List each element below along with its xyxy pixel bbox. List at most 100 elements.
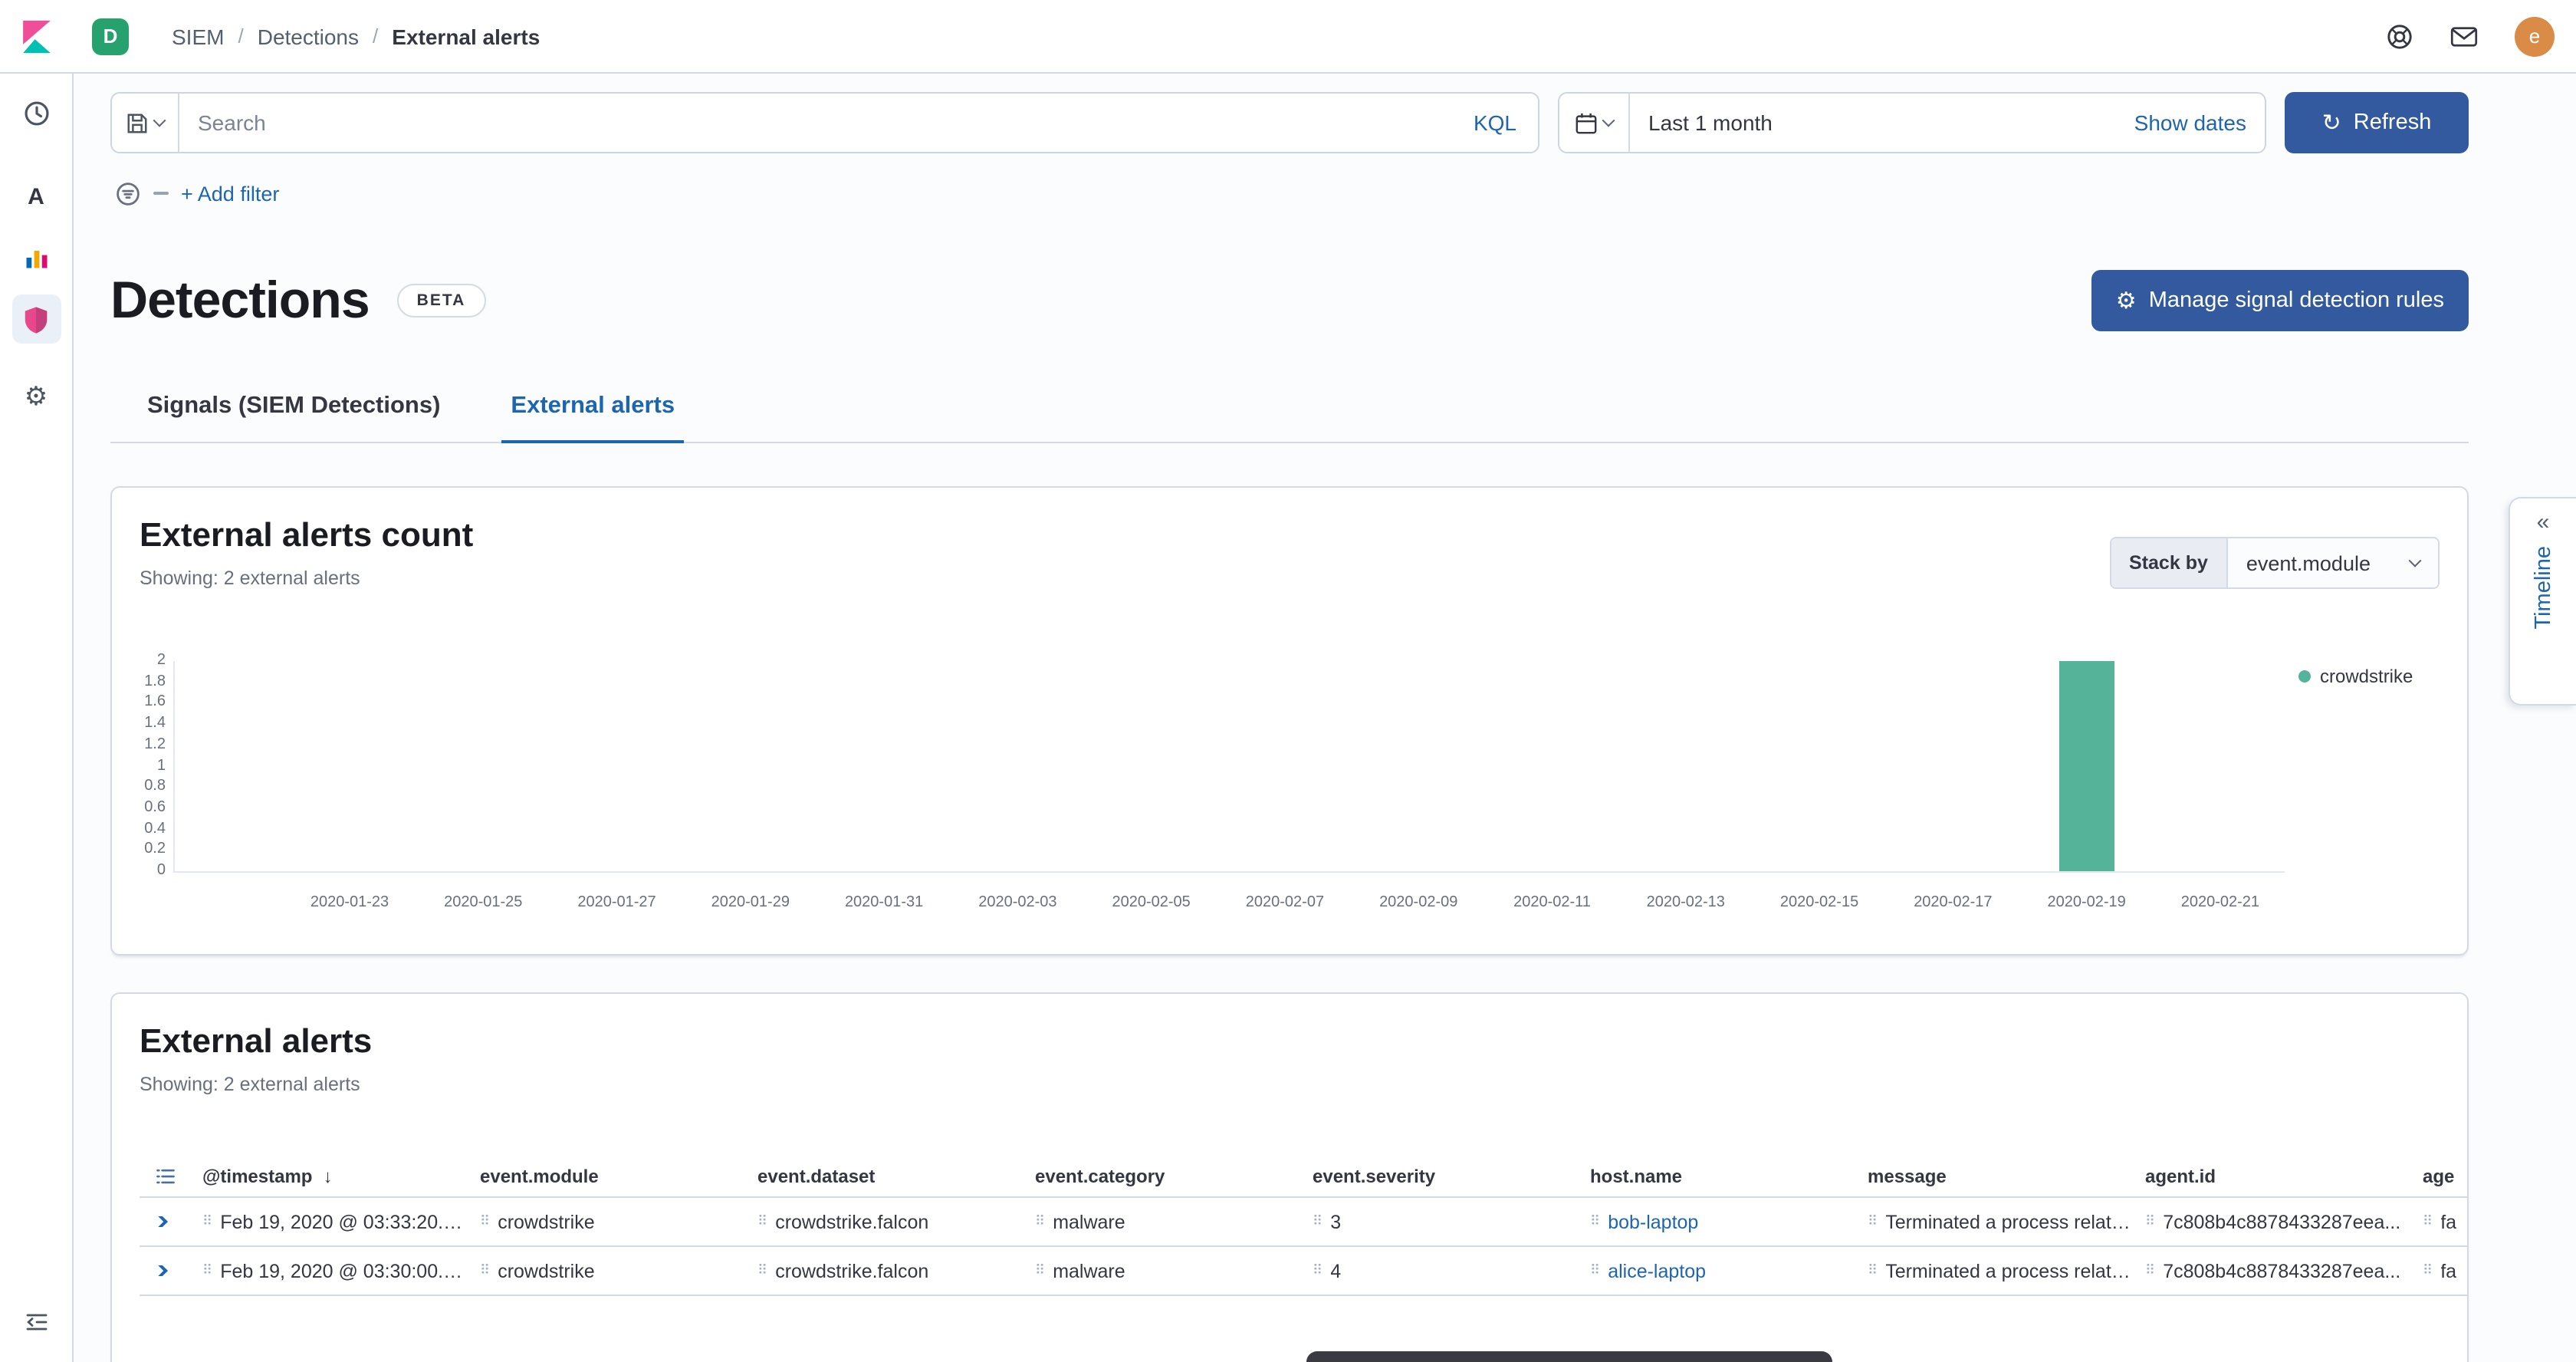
chart-y-axis: 21.81.61.41.210.80.60.40.20 bbox=[140, 650, 166, 883]
beta-badge: BETA bbox=[397, 284, 486, 317]
cell-timestamp: Feb 19, 2020 @ 03:30:00.000 bbox=[220, 1260, 468, 1281]
manage-signal-detection-rules-button[interactable]: ⚙ Manage signal detection rules bbox=[2091, 270, 2469, 331]
column-header-host-name[interactable]: host.name bbox=[1590, 1166, 1868, 1187]
search-box: KQL bbox=[110, 92, 1539, 153]
query-bar: KQL Last 1 month Show dates ↻ Refresh bbox=[110, 92, 2469, 153]
tab-signals[interactable]: Signals (SIEM Detections) bbox=[138, 377, 449, 442]
drag-handle-icon[interactable]: ⠿ bbox=[757, 1262, 767, 1279]
cell-event-category: malware bbox=[1053, 1260, 1125, 1281]
stack-by-select[interactable]: Stack by event.module bbox=[2109, 537, 2440, 589]
dock-shadow bbox=[1306, 1351, 1832, 1362]
drag-handle-icon[interactable]: ⠿ bbox=[757, 1213, 767, 1230]
breadcrumb-siem[interactable]: SIEM bbox=[172, 24, 224, 48]
refresh-icon: ↻ bbox=[2322, 111, 2341, 134]
column-header-event-category[interactable]: event.category bbox=[1035, 1166, 1313, 1187]
menu-collapse-icon bbox=[24, 1310, 48, 1334]
drag-handle-icon[interactable]: ⠿ bbox=[1590, 1213, 1600, 1230]
drag-handle-icon[interactable]: ⠿ bbox=[2423, 1213, 2433, 1230]
double-chevron-left-icon: « bbox=[2537, 511, 2550, 534]
search-input[interactable] bbox=[179, 94, 1452, 152]
column-header-event-module[interactable]: event.module bbox=[480, 1166, 757, 1187]
expand-row-button[interactable] bbox=[153, 1216, 168, 1227]
drag-handle-icon[interactable]: ⠿ bbox=[1868, 1262, 1878, 1279]
bar-chart-app-icon bbox=[22, 244, 50, 271]
chart-y-axis-line bbox=[173, 661, 175, 871]
cell-agent-id: 7c808b4c8878433287eea... bbox=[2163, 1211, 2400, 1232]
x-axis-tick-label: 2020-02-21 bbox=[2181, 894, 2259, 911]
cell-host-name[interactable]: alice-laptop bbox=[1608, 1260, 1706, 1281]
drag-handle-icon[interactable]: ⠿ bbox=[480, 1262, 490, 1279]
tab-external-alerts[interactable]: External alerts bbox=[501, 377, 684, 442]
drag-handle-icon[interactable]: ⠿ bbox=[1035, 1213, 1045, 1230]
expand-row-button[interactable] bbox=[153, 1265, 168, 1276]
refresh-button[interactable]: ↻ Refresh bbox=[2285, 92, 2469, 153]
legend-item-crowdstrike[interactable]: crowdstrike bbox=[2298, 666, 2413, 687]
kibana-logo[interactable] bbox=[0, 0, 74, 72]
breadcrumb-current: External alerts bbox=[392, 24, 540, 48]
column-header-agent-id[interactable]: agent.id bbox=[2145, 1166, 2423, 1187]
column-header-timestamp[interactable]: @timestamp ↓ bbox=[202, 1166, 480, 1187]
x-axis-tick-label: 2020-01-25 bbox=[444, 894, 522, 911]
filter-options-icon[interactable] bbox=[115, 180, 141, 206]
stack-by-label: Stack by bbox=[2111, 538, 2228, 587]
drag-handle-icon[interactable]: ⠿ bbox=[1868, 1213, 1878, 1230]
sidebar-item-management[interactable]: ⚙ bbox=[12, 371, 61, 420]
kql-syntax-button[interactable]: KQL bbox=[1452, 94, 1538, 152]
x-axis-tick-label: 2020-02-05 bbox=[1112, 894, 1191, 911]
sidebar-item-siem[interactable] bbox=[12, 294, 61, 344]
filter-bar: + Add filter bbox=[110, 178, 2469, 209]
drag-handle-icon[interactable]: ⠿ bbox=[1313, 1262, 1322, 1279]
column-header-event-dataset[interactable]: event.dataset bbox=[757, 1166, 1035, 1187]
help-icon[interactable] bbox=[2386, 22, 2413, 50]
collapse-nav-button[interactable] bbox=[12, 1298, 61, 1347]
y-axis-tick-label: 1.2 bbox=[144, 738, 166, 753]
kibana-app: D SIEM / Detections / External alerts e bbox=[0, 0, 2576, 1362]
sidebar-item-app-a[interactable]: A bbox=[12, 172, 61, 221]
drag-handle-icon[interactable]: ⠿ bbox=[480, 1213, 490, 1230]
space-badge[interactable]: D bbox=[92, 18, 129, 54]
mail-icon[interactable] bbox=[2450, 25, 2478, 47]
column-header-message[interactable]: message bbox=[1868, 1166, 2145, 1187]
y-axis-tick-label: 1 bbox=[157, 758, 166, 774]
quick-select-date-button[interactable] bbox=[1559, 94, 1630, 152]
columns-list-icon[interactable] bbox=[155, 1166, 176, 1187]
drag-handle-icon[interactable]: ⠿ bbox=[1035, 1262, 1045, 1279]
panel-title: External alerts bbox=[140, 1022, 2440, 1061]
drag-handle-icon[interactable]: ⠿ bbox=[1313, 1213, 1322, 1230]
timeline-flyout-toggle[interactable]: « Timeline bbox=[2509, 497, 2576, 706]
timeline-label: Timeline bbox=[2531, 546, 2555, 630]
drag-handle-icon[interactable]: ⠿ bbox=[2145, 1262, 2155, 1279]
show-dates-link[interactable]: Show dates bbox=[2134, 110, 2265, 135]
cell-event-severity: 4 bbox=[1330, 1260, 1341, 1281]
sidebar-item-visualize[interactable] bbox=[12, 233, 61, 282]
cell-event-module: crowdstrike bbox=[498, 1211, 594, 1232]
drag-handle-icon[interactable]: ⠿ bbox=[202, 1213, 212, 1230]
cell-agent-id: 7c808b4c8878433287eea... bbox=[2163, 1260, 2400, 1281]
x-axis-tick-label: 2020-01-27 bbox=[577, 894, 656, 911]
user-avatar[interactable]: e bbox=[2515, 16, 2555, 56]
save-query-icon bbox=[126, 111, 149, 134]
saved-query-menu-button[interactable] bbox=[112, 94, 179, 152]
cell-host-name[interactable]: bob-laptop bbox=[1608, 1211, 1698, 1232]
cell-message: Terminated a process relate... bbox=[1885, 1211, 2133, 1232]
header-actions: e bbox=[2386, 16, 2555, 56]
drag-handle-icon[interactable]: ⠿ bbox=[202, 1262, 212, 1279]
date-range-value[interactable]: Last 1 month bbox=[1630, 110, 1773, 135]
column-header-event-severity[interactable]: event.severity bbox=[1313, 1166, 1590, 1187]
add-filter-link[interactable]: + Add filter bbox=[181, 182, 279, 205]
column-header-agent-type[interactable]: age bbox=[2423, 1166, 2469, 1187]
breadcrumb: SIEM / Detections / External alerts bbox=[172, 24, 540, 48]
drag-handle-icon[interactable]: ⠿ bbox=[2423, 1262, 2433, 1279]
alerts-table-header: @timestamp ↓ event.module event.dataset … bbox=[140, 1156, 2469, 1198]
breadcrumb-detections[interactable]: Detections bbox=[258, 24, 359, 48]
chevron-down-icon bbox=[2409, 554, 2422, 568]
drag-handle-icon[interactable]: ⠿ bbox=[2145, 1213, 2155, 1230]
chart-bar-2020-02-19[interactable] bbox=[2059, 661, 2114, 871]
x-axis-tick-label: 2020-01-31 bbox=[845, 894, 923, 911]
drag-handle-icon[interactable]: ⠿ bbox=[1590, 1262, 1600, 1279]
y-axis-tick-label: 1.8 bbox=[144, 674, 166, 689]
recently-viewed-clock-icon[interactable] bbox=[12, 89, 61, 138]
gear-icon: ⚙ bbox=[2116, 289, 2137, 312]
top-header: D SIEM / Detections / External alerts e bbox=[0, 0, 2576, 74]
x-axis-tick-label: 2020-02-07 bbox=[1246, 894, 1324, 911]
